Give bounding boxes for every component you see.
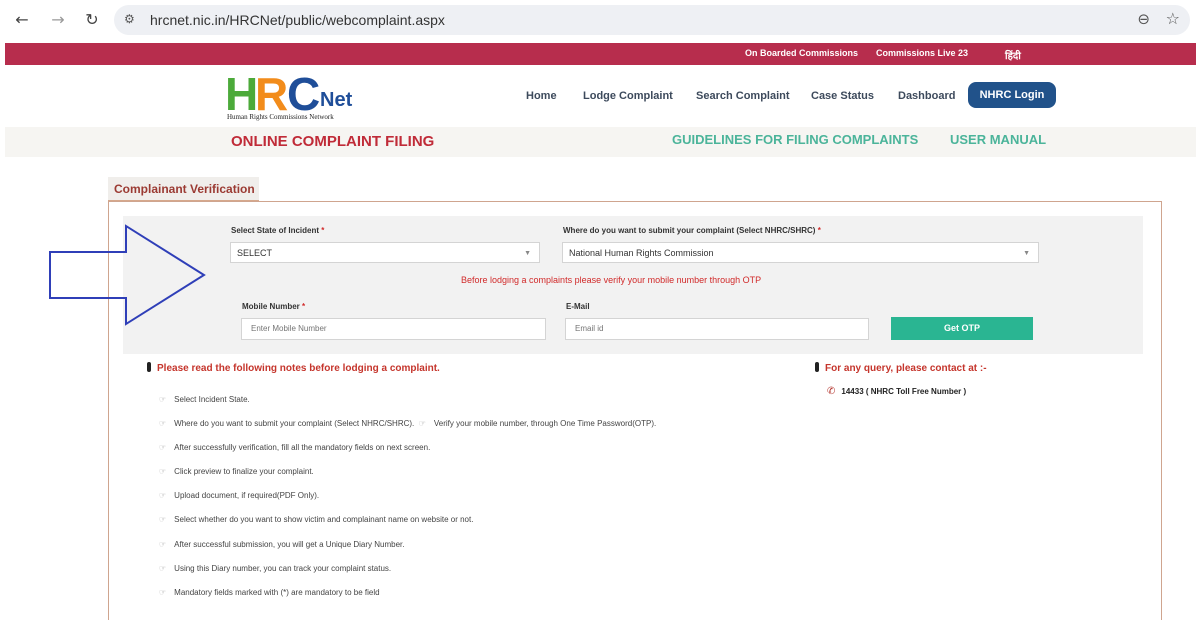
list-item: ☞ Select whether do you want to show vict…	[159, 515, 474, 524]
notes-heading: Please read the following notes before l…	[147, 362, 440, 374]
guidelines-link[interactable]: GUIDELINES FOR FILING COMPLAINTS	[672, 132, 918, 147]
address-bar[interactable]: ⚙ hrcnet.nic.in/HRCNet/public/webcomplai…	[114, 5, 1190, 35]
email-input[interactable]	[565, 318, 869, 340]
nav-case-status[interactable]: Case Status	[811, 90, 874, 102]
mobile-input[interactable]	[241, 318, 546, 340]
annotation-arrow	[49, 224, 206, 326]
browser-toolbar: ← → ↻ ⚙ hrcnet.nic.in/HRCNet/public/webc…	[0, 0, 1201, 40]
bullet-bar-icon	[815, 362, 819, 372]
commissions-live-link[interactable]: Commissions Live 23	[876, 48, 968, 58]
nav-lodge-complaint[interactable]: Lodge Complaint	[583, 90, 673, 102]
nav-home[interactable]: Home	[526, 90, 557, 102]
bookmark-star-icon[interactable]: ☆	[1166, 9, 1180, 28]
list-item: ☞ Where do you want to submit your compla…	[159, 419, 657, 428]
page-title: ONLINE COMPLAINT FILING	[231, 133, 435, 150]
list-item: ☞ After successfully verification, fill a…	[159, 443, 431, 452]
pointing-hand-icon: ☞	[418, 419, 426, 428]
site-header: H R C Net Human Rights Commissions Netwo…	[5, 65, 1196, 127]
site-info-icon[interactable]: ⚙	[124, 12, 135, 26]
pointing-hand-icon: ☞	[159, 540, 167, 549]
list-item: ☞ Select Incident State.	[159, 395, 250, 404]
hrcnet-logo[interactable]: H R C Net Human Rights Commissions Netwo…	[225, 71, 365, 123]
chevron-down-icon: ▼	[524, 250, 531, 257]
state-label: Select State of Incident *	[231, 226, 325, 235]
pointing-hand-icon: ☞	[159, 443, 167, 452]
hindi-language-link[interactable]: हिंदी	[1005, 48, 1021, 62]
url-text[interactable]: hrcnet.nic.in/HRCNet/public/webcomplaint…	[150, 12, 445, 28]
commission-select[interactable]: National Human Rights Commission ▼	[562, 242, 1039, 263]
state-select[interactable]: SELECT ▼	[230, 242, 540, 263]
pointing-hand-icon: ☞	[159, 588, 167, 597]
back-icon[interactable]: ←	[10, 8, 34, 32]
top-strip: On Boarded Commissions Commissions Live …	[5, 43, 1196, 65]
pointing-hand-icon: ☞	[159, 419, 167, 428]
list-item: ☞ Using this Diary number, you can track …	[159, 564, 392, 573]
complainant-verification-tab[interactable]: Complainant Verification	[108, 177, 259, 201]
list-item: ☞ Mandatory fields marked with (*) are ma…	[159, 588, 380, 597]
list-item: ☞ After successful submission, you will g…	[159, 540, 405, 549]
mobile-label: Mobile Number *	[242, 302, 306, 311]
toll-free-number: ✆ 14433 ( NHRC Toll Free Number )	[827, 386, 967, 397]
verification-form: Select State of Incident * SELECT ▼ Wher…	[123, 216, 1143, 354]
chevron-down-icon: ▼	[1023, 250, 1030, 257]
pointing-hand-icon: ☞	[159, 564, 167, 573]
nav-search-complaint[interactable]: Search Complaint	[696, 90, 790, 102]
submit-to-label: Where do you want to submit your complai…	[563, 226, 821, 235]
email-label: E-Mail	[566, 302, 590, 311]
pointing-hand-icon: ☞	[159, 395, 167, 404]
onboarded-commissions-link[interactable]: On Boarded Commissions	[745, 48, 858, 58]
verification-panel: Select State of Incident * SELECT ▼ Wher…	[108, 201, 1162, 620]
sub-header: ONLINE COMPLAINT FILING GUIDELINES FOR F…	[5, 127, 1196, 157]
nhrc-login-button[interactable]: NHRC Login	[968, 82, 1056, 108]
user-manual-link[interactable]: USER MANUAL	[950, 132, 1046, 147]
list-item: ☞ Click preview to finalize your complain…	[159, 467, 314, 476]
otp-warning: Before lodging a complaints please verif…	[461, 275, 762, 285]
reload-icon[interactable]: ↻	[80, 8, 104, 32]
get-otp-button[interactable]: Get OTP	[891, 317, 1033, 340]
nav-dashboard[interactable]: Dashboard	[898, 90, 955, 102]
forward-icon[interactable]: →	[46, 8, 70, 32]
pointing-hand-icon: ☞	[159, 467, 167, 476]
contact-heading: For any query, please contact at :-	[815, 362, 987, 374]
bullet-bar-icon	[147, 362, 151, 372]
list-item: ☞ Upload document, if required(PDF Only).	[159, 491, 320, 500]
pointing-hand-icon: ☞	[159, 515, 167, 524]
phone-icon: ✆	[827, 386, 836, 397]
pointing-hand-icon: ☞	[159, 491, 167, 500]
zoom-icon[interactable]: ⊖	[1137, 10, 1150, 28]
